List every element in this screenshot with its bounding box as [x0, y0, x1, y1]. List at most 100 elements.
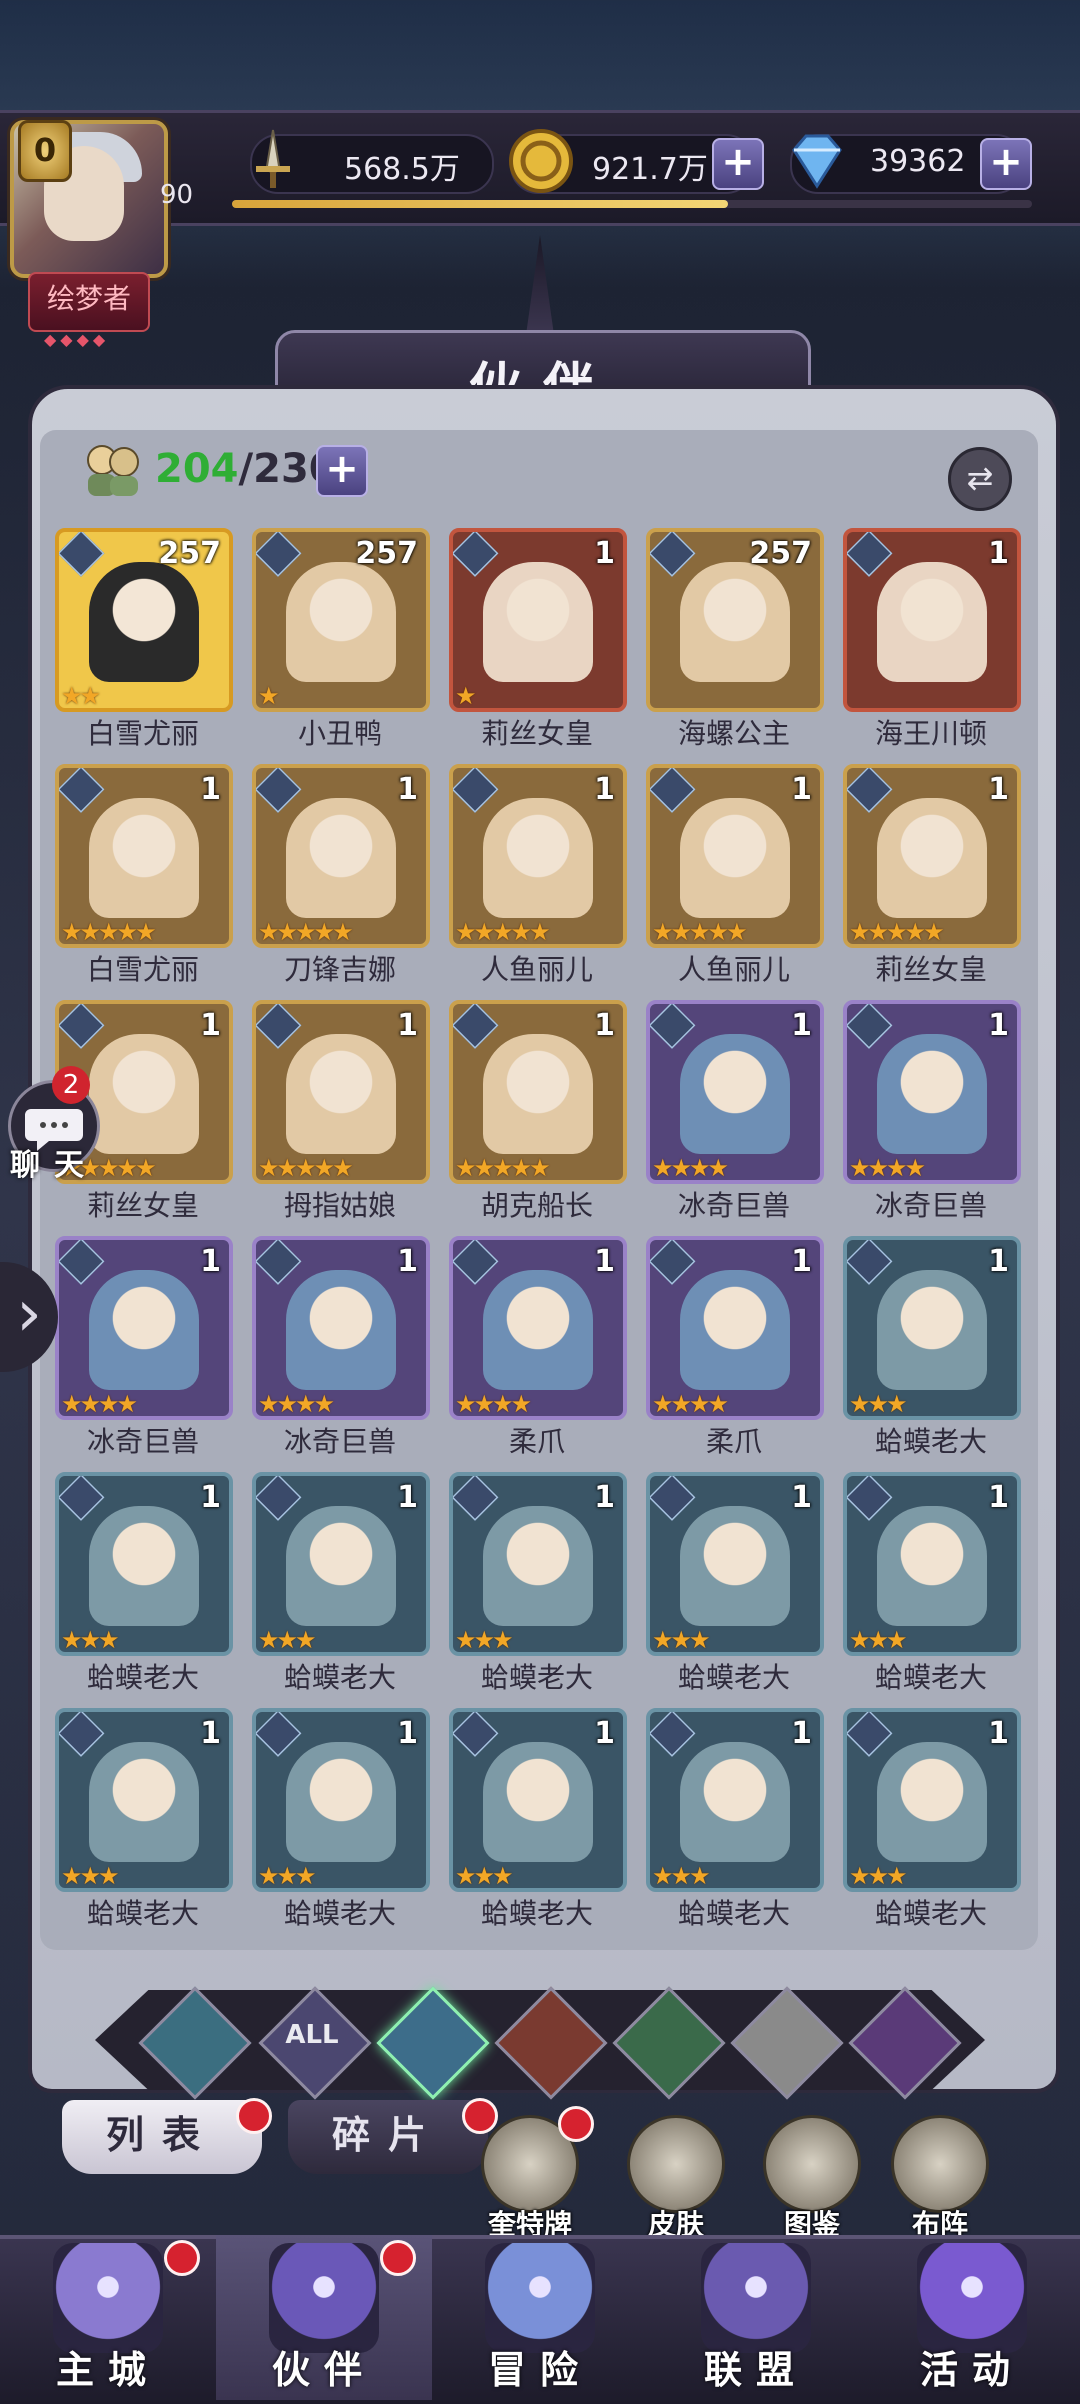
- hero-card[interactable]: 1 ★★★★: [449, 1236, 627, 1420]
- hero-card[interactable]: 1 ★★★: [646, 1708, 824, 1892]
- hero-name: 白雪尤丽: [86, 953, 199, 986]
- water-element-icon: [650, 1476, 696, 1521]
- tab-list[interactable]: 列表: [62, 2100, 262, 2174]
- hero-portrait: [89, 1270, 199, 1390]
- hero-level: 1: [594, 1480, 615, 1515]
- hero-level: 1: [791, 1244, 812, 1279]
- water-element-icon: [59, 1476, 105, 1521]
- hero-name: 刀锋吉娜: [283, 953, 396, 986]
- hero-card[interactable]: 1 ★★★★: [646, 1000, 824, 1184]
- hero-card[interactable]: 1 ★★★★★: [252, 1000, 430, 1184]
- hero-stars: ★★★★★: [61, 918, 157, 946]
- hero-portrait: [680, 1270, 790, 1390]
- hero-stars: ★★★★: [455, 1390, 532, 1418]
- hero-portrait: [680, 1742, 790, 1862]
- add-gold-button[interactable]: +: [712, 138, 764, 190]
- cards-icon: [917, 2243, 1027, 2353]
- hero-stars: ★★★★★: [455, 1154, 551, 1182]
- hero-portrait: [877, 1506, 987, 1626]
- hero-level: 1: [397, 772, 418, 807]
- water-element-icon: [650, 532, 696, 577]
- hero-card[interactable]: 1 ★★★★★: [252, 764, 430, 948]
- hero-name: 蛤蟆老大: [874, 1661, 987, 1694]
- shield-icon: [701, 2243, 811, 2353]
- hero-card[interactable]: 1: [843, 528, 1021, 712]
- hero-card[interactable]: 1 ★★★: [843, 1708, 1021, 1892]
- hero-stars: ★★★★★: [258, 1154, 354, 1182]
- partners-count-icon: [87, 445, 139, 496]
- expand-roster-button[interactable]: +: [316, 445, 368, 497]
- hero-card[interactable]: 1 ★★★★★: [55, 764, 233, 948]
- hero-card[interactable]: 1 ★★★: [843, 1472, 1021, 1656]
- sort-swap-button[interactable]: ⇄: [948, 447, 1012, 511]
- hero-card[interactable]: 1 ★★★★★: [449, 1000, 627, 1184]
- hero-portrait: [286, 1270, 396, 1390]
- hero-name: 小丑鸭: [297, 717, 382, 750]
- hero-portrait: [877, 798, 987, 918]
- hero-card[interactable]: 1 ★★★: [252, 1708, 430, 1892]
- hero-name: 冰奇巨兽: [86, 1425, 199, 1458]
- water-element-icon: [453, 1712, 499, 1757]
- water-element-icon: [847, 1004, 893, 1049]
- hero-stars: ★★★: [258, 1862, 317, 1890]
- hero-stars: ★★★★: [652, 1390, 729, 1418]
- chat-label: 聊天: [10, 1148, 98, 1183]
- hero-level: 1: [791, 772, 812, 807]
- water-element-icon: [256, 1004, 302, 1049]
- hero-card[interactable]: 1 ★★★: [449, 1472, 627, 1656]
- hero-card[interactable]: 1 ★★★★: [843, 1000, 1021, 1184]
- hero-portrait: [89, 562, 199, 682]
- hero-stars: ★: [258, 682, 279, 710]
- hero-card[interactable]: 257 ★: [252, 528, 430, 712]
- nav-compass[interactable]: 冒险: [432, 2235, 648, 2400]
- water-element-icon: [650, 1004, 696, 1049]
- hero-card[interactable]: 1 ★★★★★: [449, 764, 627, 948]
- hero-card[interactable]: 1 ★★★: [646, 1472, 824, 1656]
- hero-portrait: [877, 562, 987, 682]
- hero-card[interactable]: 257 ★★: [55, 528, 233, 712]
- hero-level: 1: [200, 1008, 221, 1043]
- hero-card[interactable]: 1 ★★★: [55, 1708, 233, 1892]
- nav-shield[interactable]: 联盟: [648, 2235, 864, 2400]
- water-element-icon: [59, 768, 105, 813]
- hero-card[interactable]: 1 ★★★★: [252, 1236, 430, 1420]
- tab-shards[interactable]: 碎片: [288, 2100, 488, 2174]
- hero-name: 人鱼丽儿: [677, 953, 790, 986]
- player-title-badge[interactable]: 绘梦者: [28, 272, 150, 332]
- hero-card[interactable]: 1 ★★★★★: [843, 764, 1021, 948]
- water-element-icon: [453, 532, 499, 577]
- hero-stars: ★★★★: [849, 1154, 926, 1182]
- hero-stars: ★★★: [258, 1626, 317, 1654]
- hero-card[interactable]: 1 ★★★★: [646, 1236, 824, 1420]
- hero-level: 1: [791, 1716, 812, 1751]
- tool-outfit[interactable]: 皮肤: [621, 2115, 731, 2243]
- hero-card[interactable]: 1 ★★★: [843, 1236, 1021, 1420]
- water-element-icon: [847, 1476, 893, 1521]
- hero-name: 冰奇巨兽: [677, 1189, 790, 1222]
- nav-label: 活动: [919, 2348, 1024, 2392]
- nav-badge: [164, 2240, 200, 2276]
- hero-card[interactable]: 1 ★★★: [449, 1708, 627, 1892]
- hero-name: 海螺公主: [677, 717, 790, 750]
- filter-all-label: ALL: [285, 2020, 339, 2050]
- tool-badge: [558, 2106, 594, 2142]
- hero-portrait: [286, 1506, 396, 1626]
- chat-unread-badge: 2: [52, 1066, 90, 1104]
- hero-portrait: [877, 1742, 987, 1862]
- hero-card[interactable]: 1 ★★★: [55, 1472, 233, 1656]
- add-diamond-button[interactable]: +: [980, 138, 1032, 190]
- formation-icon: [891, 2115, 989, 2213]
- hero-stars: ★★★: [652, 1862, 711, 1890]
- nav-cards[interactable]: 活动: [864, 2235, 1080, 2400]
- hero-name: 海王川顿: [874, 717, 987, 750]
- hero-card[interactable]: 257: [646, 528, 824, 712]
- tool-formation[interactable]: 布阵: [885, 2115, 995, 2243]
- hero-card[interactable]: 1 ★★★: [252, 1472, 430, 1656]
- hero-card[interactable]: 1 ★★★★★: [646, 764, 824, 948]
- hero-card[interactable]: 1 ★★★★: [55, 1236, 233, 1420]
- hero-card[interactable]: 1 ★: [449, 528, 627, 712]
- hero-portrait: [483, 798, 593, 918]
- tool-book[interactable]: 图鉴: [757, 2115, 867, 2243]
- water-element-icon: [59, 1240, 105, 1285]
- hero-portrait: [286, 1742, 396, 1862]
